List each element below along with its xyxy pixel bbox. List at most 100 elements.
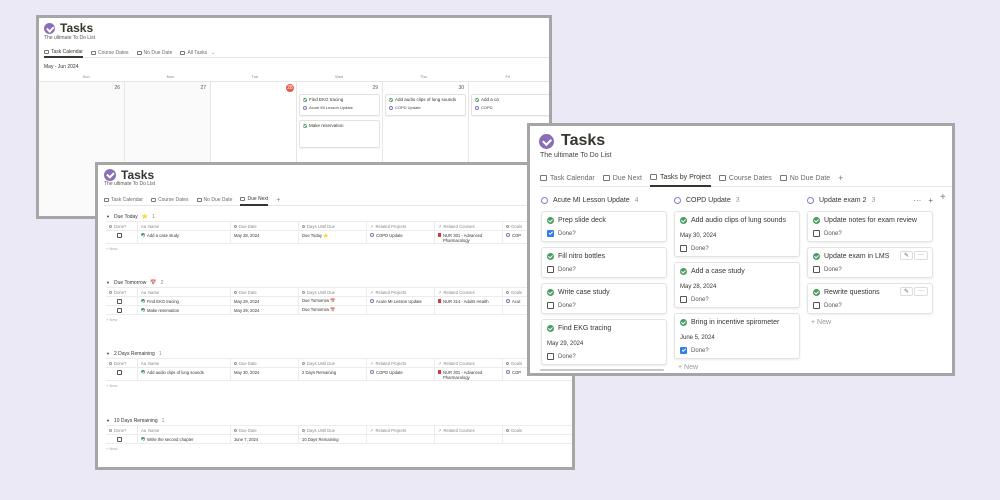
col-header[interactable]: Done? xyxy=(114,428,126,433)
done-checkbox[interactable] xyxy=(547,266,554,273)
tab-course-dates[interactable]: Course Dates xyxy=(150,195,189,206)
edit-icon[interactable]: ✎ xyxy=(899,287,913,296)
add-view-plus-icon[interactable]: + xyxy=(276,197,280,204)
col-header[interactable]: Related Projects xyxy=(376,224,407,229)
board-card[interactable]: Update exam in LMS ✎ ··· Done? xyxy=(807,247,933,278)
done-checkbox[interactable] xyxy=(813,302,820,309)
col-header[interactable]: Goals xyxy=(511,361,522,366)
related-course[interactable]: NUR 301 - Advanced Pharmacology xyxy=(443,370,502,380)
related-project[interactable]: COPD Update xyxy=(376,233,403,238)
col-header[interactable]: Related Courses xyxy=(444,428,475,433)
col-header[interactable]: Done? xyxy=(114,361,126,366)
edit-icon[interactable]: ✎ xyxy=(899,251,913,260)
more-icon[interactable]: ··· xyxy=(913,196,921,205)
tab-task-calendar[interactable]: Task Calendar xyxy=(104,195,143,206)
tab-no-due-date[interactable]: No Due Date xyxy=(779,170,830,187)
column-header[interactable]: Acute MI Lesson Update 4 xyxy=(541,194,667,206)
done-checkbox[interactable] xyxy=(117,370,122,375)
collapse-arrow-icon[interactable]: ▼ xyxy=(106,418,110,423)
goal[interactable]: COP xyxy=(512,370,521,375)
calendar-card[interactable]: Find EKG tracing Acute MI Lesson Update xyxy=(299,94,380,116)
new-row-button[interactable]: + New xyxy=(106,380,572,389)
col-header[interactable]: Related Courses xyxy=(444,224,475,229)
task-name[interactable]: Make reservation xyxy=(147,308,179,313)
group-header[interactable]: ▼ Due Tomorrow 📅 2 xyxy=(106,278,572,287)
tab-due-next[interactable]: Due Next xyxy=(240,195,269,206)
board-card[interactable]: Fill nitro bottles Done? xyxy=(541,247,667,278)
related-course[interactable]: NUR 314 - Adults Health xyxy=(443,299,489,304)
tab-due-next[interactable]: Due Next xyxy=(602,170,642,187)
col-header[interactable]: Due Date xyxy=(239,224,257,229)
col-header[interactable]: Name xyxy=(148,224,159,229)
new-card-button[interactable]: + New xyxy=(807,319,933,326)
board-card[interactable]: Bring in incentive spirometer June 5, 20… xyxy=(674,313,800,359)
tab-course-dates[interactable]: Course Dates xyxy=(718,170,772,187)
col-header[interactable]: Related Courses xyxy=(444,290,475,295)
group-header[interactable]: ▼ 2 Days Remaining 1 xyxy=(106,349,572,358)
calendar-card[interactable]: Add audio clips of lung sounds COPD Upda… xyxy=(385,94,466,116)
new-row-button[interactable]: + New xyxy=(106,243,572,252)
col-header[interactable]: Goals xyxy=(511,224,522,229)
new-row-button[interactable]: + New xyxy=(106,443,572,452)
col-header[interactable]: Name xyxy=(148,361,159,366)
done-checkbox[interactable] xyxy=(117,436,122,442)
tab-no-due-date[interactable]: No Due Date xyxy=(136,48,172,58)
col-header[interactable]: Due Date xyxy=(239,428,257,433)
table-row[interactable]: Add a case study May 28, 2024 Due Today … xyxy=(106,230,572,243)
col-header[interactable]: Related Courses xyxy=(444,361,475,366)
tab-task-calendar[interactable]: Task Calendar xyxy=(44,48,83,58)
related-project[interactable]: COPD Update xyxy=(376,370,403,375)
board-card[interactable]: Rewrite questions ✎ ··· Done? xyxy=(807,283,933,314)
add-group-plus-icon[interactable]: + xyxy=(940,192,946,203)
calendar-card[interactable]: Add a ca COPD xyxy=(471,94,549,116)
plus-icon[interactable]: + xyxy=(928,196,933,205)
col-header[interactable]: Due Date xyxy=(239,361,257,366)
goal[interactable]: COP xyxy=(512,233,521,238)
board-card[interactable]: Update notes for exam review Done? xyxy=(807,211,933,242)
board-card[interactable]: Find EKG tracing May 29, 2024 Done? xyxy=(541,319,667,365)
tab-tasks-by-project[interactable]: Tasks by Project xyxy=(649,170,711,187)
new-row-button[interactable]: + New xyxy=(106,314,572,323)
tab-all-tasks[interactable]: All Tasks ⌄ xyxy=(180,48,215,58)
done-checkbox[interactable] xyxy=(813,266,820,273)
col-header[interactable]: Goals xyxy=(511,290,522,295)
col-header[interactable]: Related Projects xyxy=(376,290,407,295)
col-header[interactable]: Related Projects xyxy=(376,428,407,433)
task-name[interactable]: Add audio clips of lung sounds xyxy=(147,370,204,375)
col-header[interactable]: Name xyxy=(148,290,159,295)
col-header[interactable]: Due Date xyxy=(239,290,257,295)
col-header[interactable]: Days Until Due xyxy=(307,290,335,295)
tab-task-calendar[interactable]: Task Calendar xyxy=(540,170,595,187)
table-row[interactable]: Add audio clips of lung sounds May 30, 2… xyxy=(106,367,572,380)
tab-no-due-date[interactable]: No Due Date xyxy=(196,195,232,206)
table-row[interactable]: Make reservation May 29, 2024 Due Tomorr… xyxy=(106,305,572,314)
done-checkbox[interactable] xyxy=(680,296,687,303)
group-header[interactable]: ▼ 10 Days Remaining 1 xyxy=(106,416,572,425)
column-header[interactable]: Update exam 2 3 ··· + xyxy=(807,194,933,206)
done-checkbox[interactable] xyxy=(117,298,122,304)
done-checkbox[interactable] xyxy=(680,245,687,252)
more-icon[interactable]: ··· xyxy=(914,287,928,296)
chevron-down-icon[interactable]: ⌄ xyxy=(211,50,215,56)
col-header[interactable]: Days Until Due xyxy=(307,361,335,366)
goal[interactable]: Acut xyxy=(512,299,520,304)
related-project[interactable]: Acute MI Lesson Update xyxy=(376,299,422,304)
table-row[interactable]: Write the second chapter June 7, 2024 10… xyxy=(106,434,572,443)
done-checkbox[interactable] xyxy=(813,230,820,237)
calendar-card[interactable]: Make reservation xyxy=(299,120,380,148)
column-header[interactable]: COPD Update 3 xyxy=(674,194,800,206)
group-header[interactable]: ▼ Due Today ⭐ 1 xyxy=(106,212,572,221)
collapse-arrow-icon[interactable]: ▼ xyxy=(106,214,110,219)
new-card-button[interactable]: + New xyxy=(674,364,800,371)
col-header[interactable]: Done? xyxy=(114,224,126,229)
col-header[interactable]: Done? xyxy=(114,290,126,295)
related-course[interactable]: NUR 301 - Advanced Pharmacology xyxy=(443,233,502,243)
board-card[interactable]: Add a case study May 28, 2024 Done? xyxy=(674,262,800,308)
add-view-plus-icon[interactable]: + xyxy=(838,173,843,183)
board-card[interactable]: Prep slide deck Done? xyxy=(541,211,667,242)
collapse-arrow-icon[interactable]: ▼ xyxy=(106,280,110,285)
done-checkbox[interactable] xyxy=(117,233,122,238)
col-header[interactable]: Name xyxy=(148,428,159,433)
tab-course-dates[interactable]: Course Dates xyxy=(90,48,129,58)
task-name[interactable]: Add a case study xyxy=(147,233,179,238)
